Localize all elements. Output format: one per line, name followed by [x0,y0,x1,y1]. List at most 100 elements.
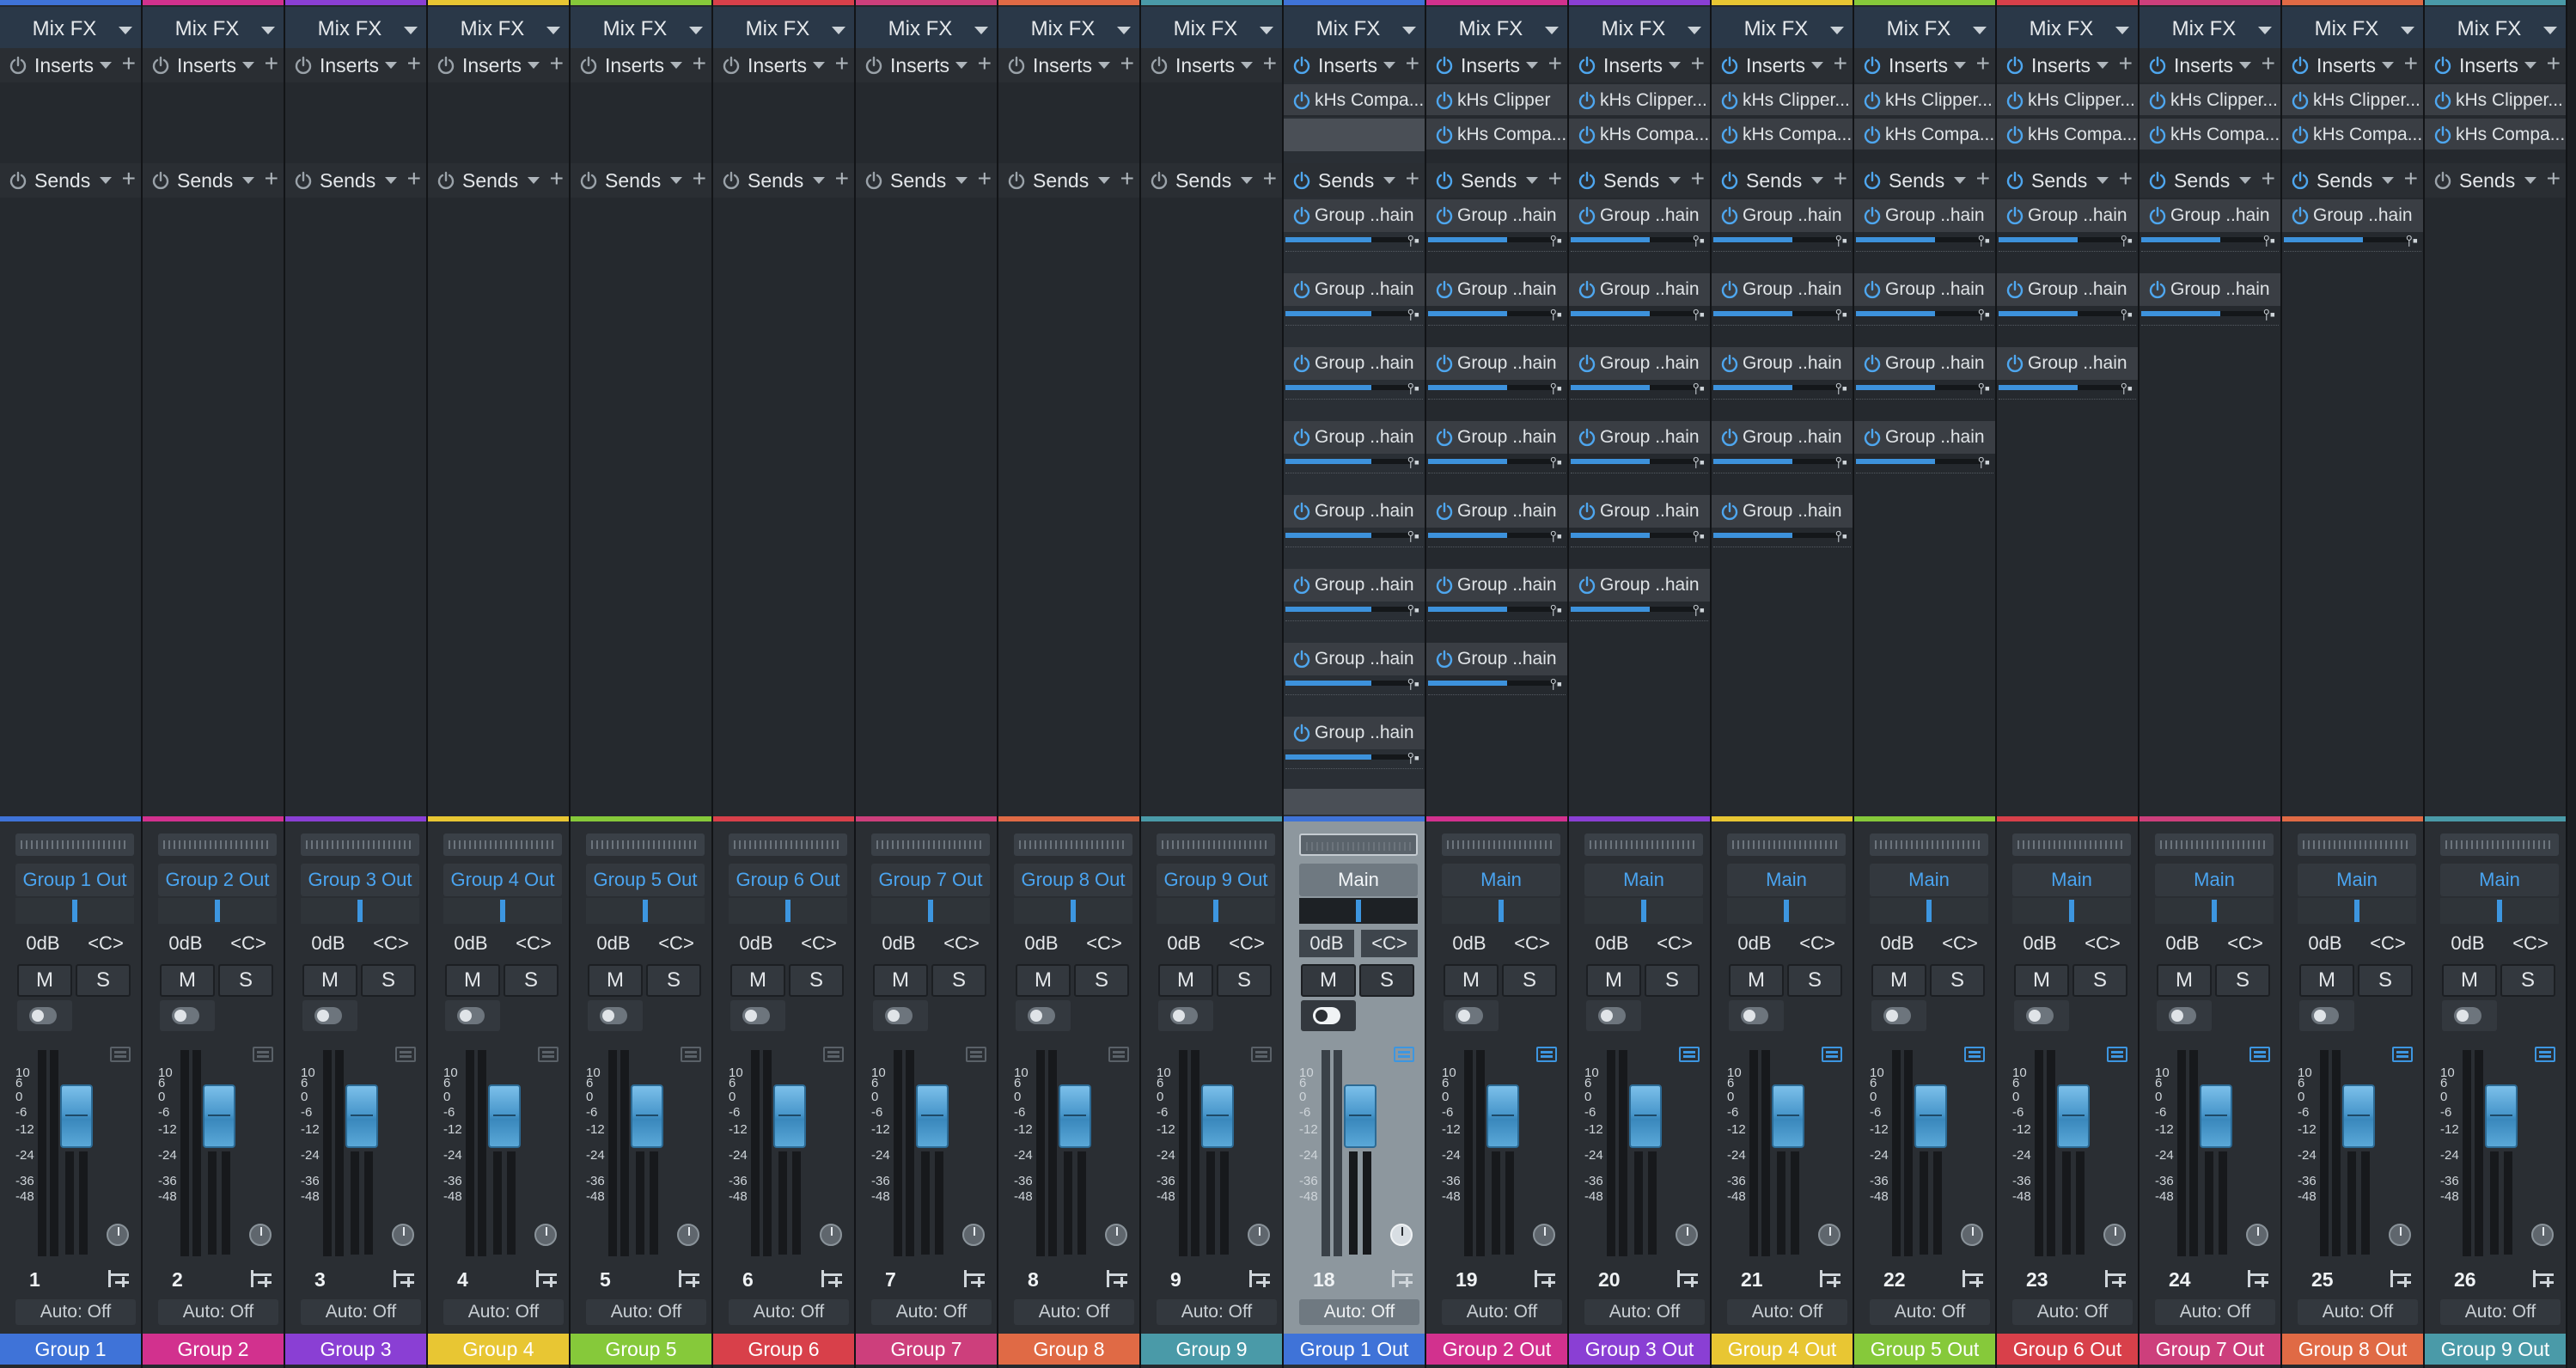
pan-value[interactable]: <C> [1361,930,1418,957]
send-pre-post-icon[interactable]: ⫯▪ [1550,602,1562,620]
monitor-toggle[interactable] [2299,1000,2354,1031]
insert-slot[interactable]: kHs Compa... [2282,119,2423,151]
pan-knob[interactable] [2103,1224,2126,1246]
sends-header[interactable]: Sends + [1997,163,2138,198]
send-level-slider[interactable] [1285,237,1411,242]
send-level-slider[interactable] [1571,533,1696,538]
automation-mode[interactable]: Auto: Off [1442,1299,1562,1325]
insert-slot[interactable]: kHs Compa... [1284,84,1425,117]
send-slot[interactable]: Group ..hain ⫯▪ [1569,199,1710,272]
send-pre-post-icon[interactable]: ⫯▪ [1978,454,1990,472]
pan-value[interactable]: <C> [2502,930,2559,957]
mute-button[interactable]: M [1016,964,1071,997]
send-slot[interactable]: Group ..hain ⫯▪ [1426,643,1567,715]
monitor-toggle[interactable] [160,1000,215,1031]
output-selector[interactable]: Main [1584,864,1703,896]
power-icon[interactable] [2005,91,2024,110]
pan-indicator[interactable] [1356,900,1361,922]
send-slot[interactable]: Group ..hain ⫯▪ [1712,495,1853,567]
mute-button[interactable]: M [1586,964,1641,997]
send-pre-post-icon[interactable]: ⫯▪ [1835,306,1847,324]
volume-fader[interactable] [2057,1084,2090,1148]
send-slot[interactable]: Group ..hain ⫯▪ [1284,347,1425,419]
power-icon[interactable] [151,171,170,190]
volume-fader[interactable] [2485,1084,2518,1148]
volume-fader[interactable] [1629,1084,1662,1148]
send-slot[interactable]: Group ..hain ⫯▪ [1854,421,1995,493]
chevron-down-icon[interactable] [955,177,968,184]
send-slot[interactable]: Group ..hain ⫯▪ [1284,643,1425,715]
mix-fx-selector[interactable]: Mix FX [1284,7,1425,50]
chevron-down-icon[interactable] [1669,177,1681,184]
chevron-down-icon[interactable] [1241,177,1253,184]
power-icon[interactable] [1578,56,1596,75]
automation-mode[interactable]: Auto: Off [443,1299,564,1325]
power-icon[interactable] [1863,428,1882,447]
pan-knob[interactable] [820,1224,842,1246]
mix-fx-selector[interactable]: Mix FX [1426,7,1567,50]
automation-mode[interactable]: Auto: Off [729,1299,849,1325]
inserts-header[interactable]: Inserts + [1569,48,1710,82]
power-icon[interactable] [1720,56,1739,75]
output-selector[interactable]: Group 3 Out [301,864,419,896]
power-icon[interactable] [1435,428,1454,447]
mix-fx-selector[interactable]: Mix FX [1569,7,1710,50]
routing-icon[interactable] [962,1268,986,1289]
channel-strip[interactable]: Mix FX Inserts + kHs Clipper kHs Compa... Sen… [1426,0,1569,1368]
volume-fader[interactable] [203,1084,235,1148]
chevron-down-icon[interactable] [955,62,968,69]
power-icon[interactable] [2291,56,2310,75]
send-level-slider[interactable] [1285,754,1411,760]
send-level-slider[interactable] [1571,311,1696,316]
inserts-header[interactable]: Inserts + [2140,48,2280,82]
automation-mode[interactable]: Auto: Off [1727,1299,1847,1325]
send-level-slider[interactable] [1999,385,2124,390]
pan-slider[interactable] [2440,898,2559,924]
monitor-toggle[interactable] [302,1000,357,1031]
send-slot-header[interactable]: Group ..hain [1426,495,1567,528]
routing-icon[interactable] [1105,1268,1129,1289]
power-icon[interactable] [722,56,741,75]
monitor-toggle[interactable] [730,1000,785,1031]
automation-mode[interactable]: Auto: Off [158,1299,278,1325]
power-icon[interactable] [2005,171,2024,190]
mute-button[interactable]: M [730,964,785,997]
monitor-toggle[interactable] [17,1000,72,1031]
sends-header[interactable]: Sends + [856,163,997,198]
send-pre-post-icon[interactable]: ⫯▪ [1550,380,1562,398]
mute-button[interactable]: M [1301,964,1356,997]
send-slot[interactable]: Group ..hain ⫯▪ [1569,495,1710,567]
chevron-down-icon[interactable] [242,177,254,184]
volume-value[interactable]: 0dB [1299,930,1354,957]
channel-strip[interactable]: Mix FX Inserts + kHs Clipper... kHs Compa...… [1854,0,1997,1368]
pan-knob[interactable] [1961,1224,1983,1246]
send-slot-header[interactable]: Group ..hain [1712,347,1853,380]
send-slot[interactable]: Group ..hain ⫯▪ [1569,273,1710,345]
inserts-header[interactable]: Inserts + [1284,48,1425,82]
channel-strip[interactable]: Mix FX Inserts + kHs Clipper... kHs Compa...… [2140,0,2282,1368]
send-slot[interactable]: Group ..hain ⫯▪ [2140,273,2280,345]
channel-strip[interactable]: Mix FX Inserts + Sends + Group 9 Out 0dB <C> M S 1… [1141,0,1284,1368]
volume-value[interactable]: 0dB [586,930,641,957]
output-selector[interactable]: Group 4 Out [443,864,562,896]
sends-header[interactable]: Sends + [2425,163,2566,198]
routing-icon[interactable] [677,1268,701,1289]
chevron-down-icon[interactable] [528,177,540,184]
power-icon[interactable] [2291,206,2310,225]
send-level-slider[interactable] [1713,385,1839,390]
mix-fx-selector[interactable]: Mix FX [856,7,997,50]
add-insert-icon[interactable]: + [1120,50,1134,77]
chevron-down-icon[interactable] [1954,177,1966,184]
monitor-toggle[interactable] [1301,1000,1356,1031]
send-slot[interactable]: Group ..hain ⫯▪ [1997,347,2138,419]
routing-icon[interactable] [820,1268,844,1289]
power-icon[interactable] [722,171,741,190]
send-slot[interactable]: Group ..hain ⫯▪ [1426,569,1567,641]
mix-fx-selector[interactable]: Mix FX [1712,7,1853,50]
volume-fader[interactable] [345,1084,378,1148]
power-icon[interactable] [1292,354,1311,373]
pan-knob[interactable] [1248,1224,1270,1246]
insert-slot[interactable]: kHs Compa... [2425,119,2566,151]
pan-knob[interactable] [392,1224,414,1246]
chevron-down-icon[interactable] [2239,177,2251,184]
